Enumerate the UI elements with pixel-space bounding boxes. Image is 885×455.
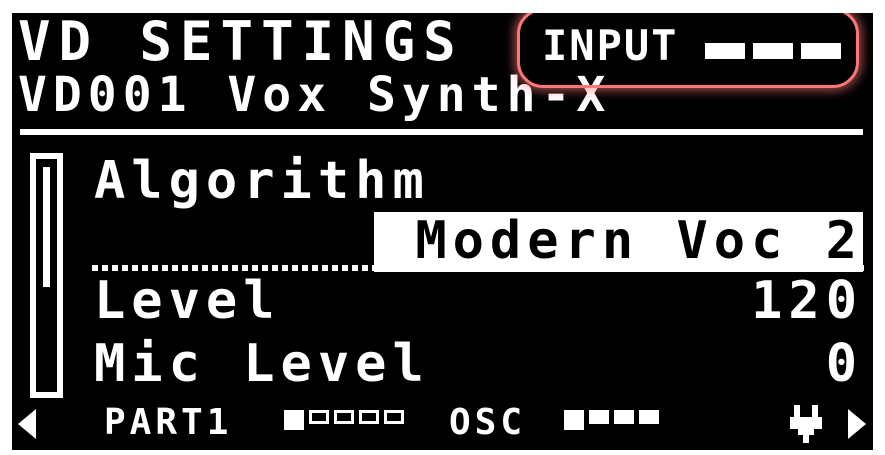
input-label: INPUT <box>542 21 679 70</box>
part-segment <box>309 410 329 424</box>
part-segment <box>384 410 404 424</box>
osc-indicator <box>564 410 659 430</box>
part-segment-active <box>284 410 304 430</box>
input-level-segment <box>705 43 745 59</box>
osc-segment <box>589 410 609 424</box>
part-segment <box>334 410 354 424</box>
osc-segment-active <box>564 410 584 430</box>
param-value-mic-level[interactable]: 0 <box>826 338 863 390</box>
input-level-segment <box>801 43 841 59</box>
scrollbar[interactable] <box>30 153 63 398</box>
header-divider <box>20 129 863 135</box>
input-level-segment <box>753 43 793 59</box>
part-label: PART1 <box>104 402 233 443</box>
param-value-algorithm[interactable]: Modern Voc 2 <box>415 215 863 267</box>
param-label-algorithm[interactable]: Algorithm <box>94 155 430 207</box>
osc-segment <box>614 410 634 424</box>
page-title: VD SETTINGS <box>18 13 464 73</box>
osc-label: OSC <box>449 402 527 443</box>
part-segment <box>359 410 379 424</box>
param-value-level[interactable]: 120 <box>751 275 863 327</box>
param-label-level[interactable]: Level <box>94 275 281 327</box>
plug-icon <box>790 405 822 443</box>
scrollbar-thumb[interactable] <box>43 167 50 287</box>
input-level-meter <box>705 43 841 59</box>
osc-segment <box>639 410 659 424</box>
param-label-mic-level[interactable]: Mic Level <box>94 338 430 390</box>
right-arrow-icon[interactable] <box>846 407 870 441</box>
part-indicator <box>284 410 404 430</box>
vd-settings-screen: VD SETTINGS VD001 Vox Synth-X INPUT Algo… <box>12 13 873 450</box>
left-arrow-icon[interactable] <box>14 407 38 441</box>
